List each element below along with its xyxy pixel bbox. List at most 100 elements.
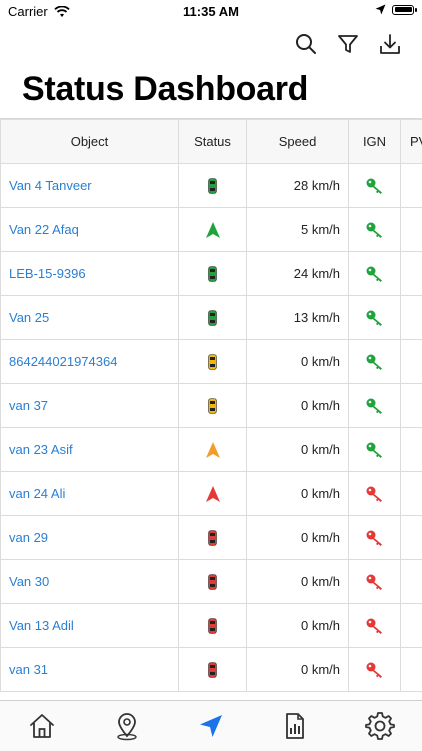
speed-cell: 0 km/h: [247, 384, 349, 428]
object-link[interactable]: van 37: [9, 398, 48, 413]
car-icon: [208, 354, 217, 370]
table-row[interactable]: van 23 Asif 0 km/h: [1, 428, 422, 472]
object-link[interactable]: Van 30: [9, 574, 49, 589]
tab-settings[interactable]: [360, 706, 400, 746]
table-row[interactable]: Van 25 13 km/h: [1, 296, 422, 340]
status-cell: [179, 252, 247, 296]
object-link[interactable]: Van 13 Adil: [9, 618, 74, 633]
status-cell: [179, 384, 247, 428]
table-row[interactable]: Van 13 Adil0 km/h: [1, 604, 422, 648]
direction-arrow-icon: [206, 222, 220, 238]
car-icon: [208, 266, 217, 282]
car-icon: [208, 310, 217, 326]
column-header-speed[interactable]: Speed: [247, 120, 349, 164]
table-row[interactable]: Van 22 Afaq5 km/h: [1, 208, 422, 252]
object-link[interactable]: LEB-15-9396: [9, 266, 86, 281]
map-pin-icon: [112, 711, 142, 741]
column-header-ign[interactable]: IGN: [349, 120, 401, 164]
speed-cell: 0 km/h: [247, 428, 349, 472]
object-cell[interactable]: 864244021974364: [1, 340, 179, 384]
object-link[interactable]: Van 4 Tanveer: [9, 178, 92, 193]
tab-reports[interactable]: [275, 706, 315, 746]
tab-map[interactable]: [107, 706, 147, 746]
key-icon: [366, 530, 384, 546]
status-cell: [179, 516, 247, 560]
ignition-cell: [349, 560, 401, 604]
column-header-status[interactable]: Status: [179, 120, 247, 164]
column-header-pv[interactable]: PV: [401, 120, 422, 164]
battery-icon: [392, 5, 414, 15]
table-row[interactable]: LEB-15-939624 km/h: [1, 252, 422, 296]
pv-cell: [401, 428, 422, 472]
pv-cell: [401, 560, 422, 604]
key-icon: [366, 574, 384, 590]
key-icon: [366, 178, 384, 194]
object-cell[interactable]: Van 4 Tanveer: [1, 164, 179, 208]
pv-cell: [401, 296, 422, 340]
key-icon: [366, 662, 384, 678]
report-icon: [280, 711, 310, 741]
object-link[interactable]: 864244021974364: [9, 354, 117, 369]
ignition-cell: [349, 604, 401, 648]
speed-cell: 0 km/h: [247, 560, 349, 604]
status-table-container[interactable]: Object Status Speed IGN PV Van 4 Tanveer…: [0, 118, 422, 701]
tab-navigation[interactable]: [191, 706, 231, 746]
object-link[interactable]: van 31: [9, 662, 48, 677]
download-button[interactable]: [376, 32, 404, 56]
object-cell[interactable]: van 29: [1, 516, 179, 560]
status-cell: [179, 208, 247, 252]
table-row[interactable]: Van 30 0 km/h: [1, 560, 422, 604]
table-row[interactable]: van 24 Ali0 km/h: [1, 472, 422, 516]
tab-bar: [0, 700, 422, 751]
ignition-cell: [349, 252, 401, 296]
object-cell[interactable]: Van 25: [1, 296, 179, 340]
ignition-cell: [349, 428, 401, 472]
status-bar: Carrier 11:35 AM: [0, 0, 422, 24]
table-row[interactable]: Van 4 Tanveer 28 km/h: [1, 164, 422, 208]
column-header-object[interactable]: Object: [1, 120, 179, 164]
table-row[interactable]: 8642440219743640 km/h: [1, 340, 422, 384]
settings-icon: [365, 711, 395, 741]
speed-cell: 28 km/h: [247, 164, 349, 208]
clock: 11:35 AM: [0, 4, 422, 19]
location-arrow-icon: [375, 4, 386, 15]
search-button[interactable]: [292, 32, 320, 56]
object-cell[interactable]: van 31: [1, 648, 179, 692]
pv-cell: [401, 252, 422, 296]
object-link[interactable]: van 29: [9, 530, 48, 545]
table-header-row: Object Status Speed IGN PV: [1, 120, 422, 164]
object-link[interactable]: Van 22 Afaq: [9, 222, 79, 237]
object-link[interactable]: Van 25: [9, 310, 49, 325]
status-cell: [179, 560, 247, 604]
search-icon: [294, 32, 318, 56]
filter-icon: [336, 32, 360, 56]
key-icon: [366, 618, 384, 634]
status-cell: [179, 164, 247, 208]
navigation-icon: [196, 711, 226, 741]
object-cell[interactable]: van 23 Asif: [1, 428, 179, 472]
table-row[interactable]: van 290 km/h: [1, 516, 422, 560]
ignition-cell: [349, 472, 401, 516]
ignition-cell: [349, 164, 401, 208]
key-icon: [366, 266, 384, 282]
object-cell[interactable]: Van 22 Afaq: [1, 208, 179, 252]
key-icon: [366, 398, 384, 414]
status-cell: [179, 648, 247, 692]
tab-home[interactable]: [22, 706, 62, 746]
car-icon: [208, 530, 217, 546]
filter-button[interactable]: [334, 32, 362, 56]
car-icon: [208, 574, 217, 590]
object-cell[interactable]: Van 13 Adil: [1, 604, 179, 648]
object-cell[interactable]: Van 30: [1, 560, 179, 604]
key-icon: [366, 354, 384, 370]
object-cell[interactable]: van 37: [1, 384, 179, 428]
object-link[interactable]: van 23 Asif: [9, 442, 73, 457]
object-link[interactable]: van 24 Ali: [9, 486, 65, 501]
pv-cell: [401, 516, 422, 560]
status-cell: [179, 428, 247, 472]
table-row[interactable]: van 310 km/h: [1, 648, 422, 692]
table-row[interactable]: van 37 0 km/h: [1, 384, 422, 428]
speed-cell: 13 km/h: [247, 296, 349, 340]
object-cell[interactable]: LEB-15-9396: [1, 252, 179, 296]
object-cell[interactable]: van 24 Ali: [1, 472, 179, 516]
